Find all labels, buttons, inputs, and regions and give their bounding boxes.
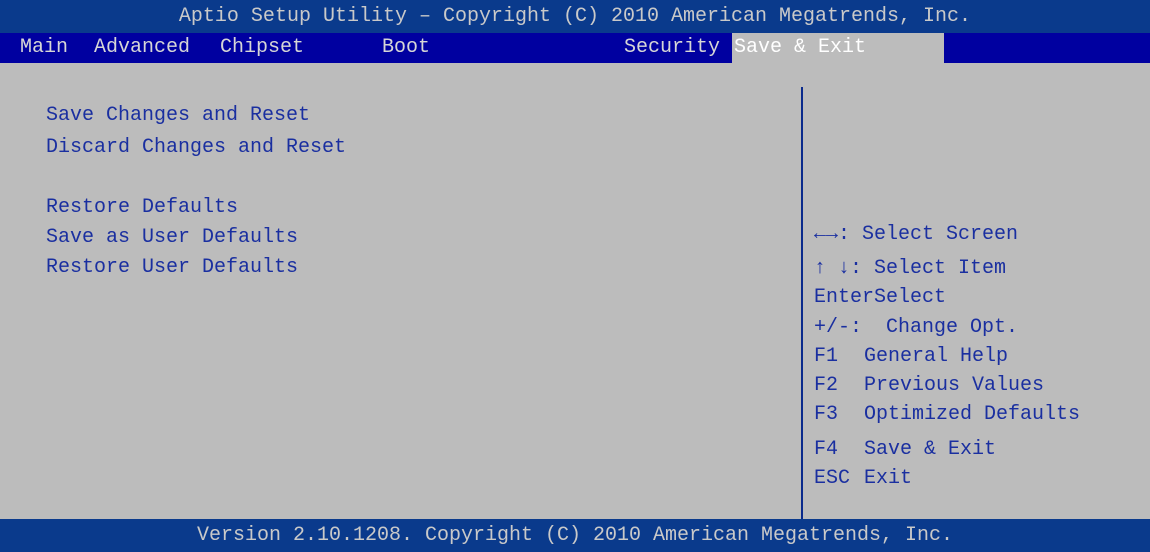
help-line-enter: EnterSelect [814,283,946,313]
tab-main[interactable]: Main [20,33,68,63]
title-bar: Aptio Setup Utility – Copyright (C) 2010… [0,0,1150,33]
help-text: Select [874,286,947,309]
save-as-user-defaults-item[interactable]: Save as User Defaults [46,223,298,253]
help-key-up-down: ↑ ↓ [814,257,851,280]
title-text: Aptio Setup Utility – Copyright (C) 2010… [178,5,972,28]
help-text: Exit [864,467,913,490]
help-line-optimized-defaults: F3 Optimized Defaults [814,400,1080,430]
help-text: Previous Values [864,374,1045,397]
help-line-select-screen: ←→: Select Screen [814,220,1018,250]
restore-defaults-item[interactable]: Restore Defaults [46,193,238,223]
help-line-select-item: ↑ ↓: Select Item [814,254,1006,284]
save-changes-and-reset-item[interactable]: Save Changes and Reset [46,101,310,131]
tab-chipset[interactable]: Chipset [220,33,304,63]
help-key-plus-minus: +/- [814,316,851,339]
help-text: : Select Item [850,257,1007,280]
tab-save-exit[interactable]: Save & Exit [732,33,944,63]
help-text: : Select Screen [838,223,1019,246]
help-key-f4: F4 [814,438,839,461]
tab-security[interactable]: Security [624,33,720,63]
help-key-f2: F2 [814,374,839,397]
help-text: : Change Opt. [850,316,1019,339]
help-key-enter: Enter [814,286,875,309]
help-key-f3: F3 [814,403,839,426]
tab-advanced[interactable]: Advanced [94,33,190,63]
help-text: Save & Exit [864,438,997,461]
help-key-esc: ESC [814,467,851,490]
footer-text: Version 2.10.1208. Copyright (C) 2010 Am… [196,524,954,547]
help-line-exit: ESC Exit [814,464,912,494]
restore-user-defaults-item[interactable]: Restore User Defaults [46,253,298,283]
help-text: Optimized Defaults [864,403,1081,426]
help-line-general-help: F1 General Help [814,342,1008,372]
help-divider [801,87,803,520]
help-line-previous-values: F2 Previous Values [814,371,1044,401]
discard-changes-and-reset-item[interactable]: Discard Changes and Reset [46,133,346,163]
help-key-left-right: ←→ [814,223,839,246]
help-text: General Help [864,345,1009,368]
tab-boot[interactable]: Boot [382,33,430,63]
help-line-change-opt: +/-: Change Opt. [814,313,1018,343]
help-line-save-exit: F4 Save & Exit [814,435,996,465]
footer-bar: Version 2.10.1208. Copyright (C) 2010 Am… [0,519,1150,552]
tab-bar: Main Advanced Chipset Boot Security Save… [0,33,1150,63]
help-key-f1: F1 [814,345,839,368]
